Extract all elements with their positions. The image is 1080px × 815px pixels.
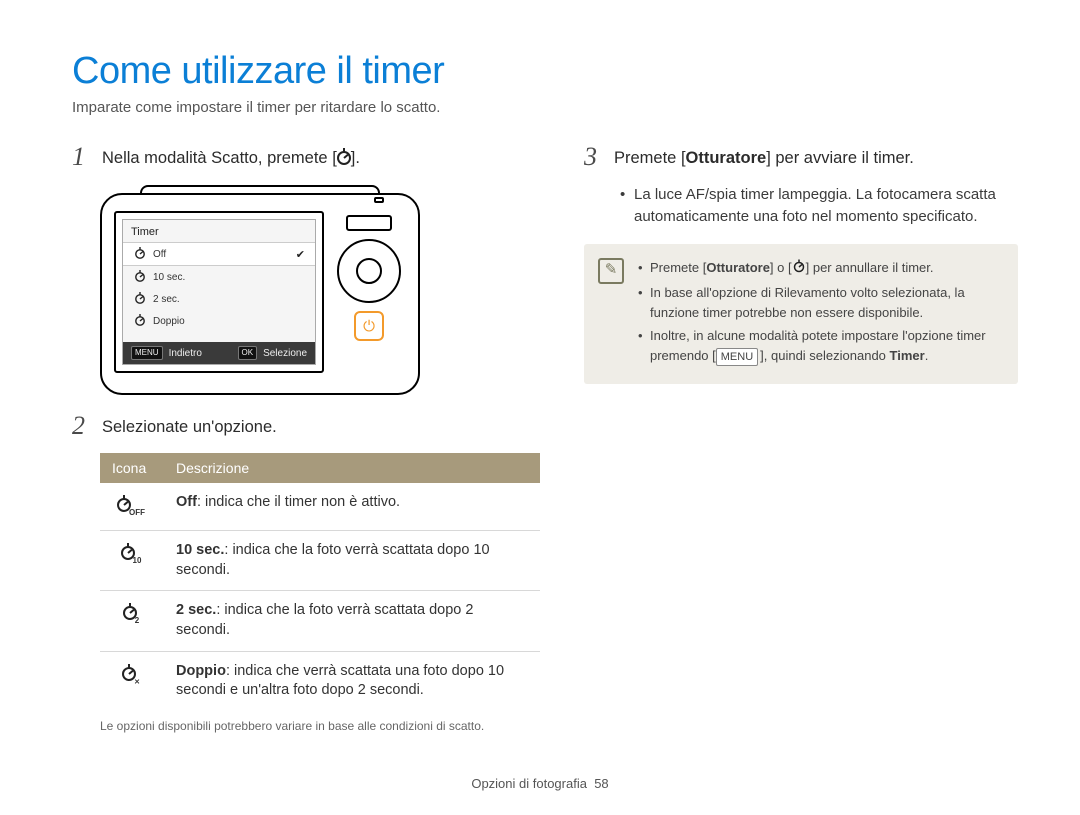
step-3: 3 Premete [Otturatore] per avviare il ti… — [584, 144, 1018, 170]
menu-tag: MENU — [716, 348, 758, 367]
timer-icon — [337, 149, 351, 171]
column-left: 1 Nella modalità Scatto, premete []. Tim… — [72, 144, 540, 733]
page-title: Come utilizzare il timer — [72, 50, 1018, 93]
menu-item-10sec: 10 sec. — [123, 266, 315, 288]
step-text: Selezionate un'opzione. — [102, 413, 277, 438]
table-footnote: Le opzioni disponibili potrebbero variar… — [100, 719, 540, 733]
note-item: Inoltre, in alcune modalità potete impos… — [638, 326, 1002, 366]
manual-page: Come utilizzare il timer Imparate come i… — [0, 0, 1080, 815]
note-icon: ✎ — [598, 258, 624, 284]
note-item: Premete [Otturatore] o [] per annullare … — [638, 258, 1002, 280]
row-desc: 10 sec.: indica che la foto verrà scatta… — [164, 531, 540, 591]
menu-tag: MENU — [131, 346, 163, 360]
menu-item-doppio: Doppio — [123, 310, 315, 332]
table-row: ✕ Doppio: indica che verrà scattata una … — [100, 651, 540, 711]
content-columns: 1 Nella modalità Scatto, premete []. Tim… — [72, 144, 1018, 733]
step-number: 2 — [72, 413, 90, 439]
page-footer: Opzioni di fotografia 58 — [0, 776, 1080, 791]
table-head-desc: Descrizione — [164, 453, 540, 483]
camera-dpad — [337, 239, 401, 303]
timer-icon — [792, 260, 806, 280]
menu-item-2sec: 2 sec. — [123, 288, 315, 310]
step-1: 1 Nella modalità Scatto, premete []. — [72, 144, 540, 171]
row-icon: 10 — [100, 531, 164, 591]
step-text-bold: Otturatore — [686, 149, 767, 167]
note-box: ✎ Premete [Otturatore] o [] per annullar… — [584, 244, 1018, 385]
table-head-icon: Icona — [100, 453, 164, 483]
table-row: 10 10 sec.: indica che la foto verrà sca… — [100, 531, 540, 591]
row-desc: Doppio: indica che verrà scattata una fo… — [164, 651, 540, 711]
camera-screen-footer: MENU Indietro OK Selezione — [123, 342, 315, 364]
camera-power-button-highlight: ⏻ — [354, 311, 384, 341]
ok-tag: OK — [238, 346, 258, 360]
step-number: 1 — [72, 144, 90, 170]
step-text: Nella modalità Scatto, premete []. — [102, 144, 360, 171]
footer-section: Opzioni di fotografia — [471, 776, 587, 791]
step-2: 2 Selezionate un'opzione. — [72, 413, 540, 439]
page-subtitle: Imparate come impostare il timer per rit… — [72, 99, 1018, 116]
camera-controls: ⏻ — [334, 215, 404, 341]
camera-screen: Timer Off 10 sec. 2 sec. Doppio MENU Ind… — [114, 211, 324, 373]
options-table: Icona Descrizione OFF Off: indica che il… — [100, 453, 540, 710]
step-number: 3 — [584, 144, 602, 170]
footer-label: Selezione — [263, 348, 307, 359]
column-right: 3 Premete [Otturatore] per avviare il ti… — [584, 144, 1018, 733]
step-text: Premete [Otturatore] per avviare il time… — [614, 144, 914, 169]
camera-illustration: Timer Off 10 sec. 2 sec. Doppio MENU Ind… — [100, 185, 420, 395]
row-icon: ✕ — [100, 651, 164, 711]
table-row: 2 2 sec.: indica che la foto verrà scatt… — [100, 591, 540, 651]
camera-top-button — [346, 215, 392, 231]
row-desc: 2 sec.: indica che la foto verrà scattat… — [164, 591, 540, 651]
step-3-bullets: La luce AF/spia timer lampeggia. La foto… — [620, 184, 1018, 228]
menu-item-off: Off — [123, 242, 315, 266]
table-row: OFF Off: indica che il timer non è attiv… — [100, 483, 540, 531]
footer-label: Indietro — [169, 348, 202, 359]
row-desc: Off: indica che il timer non è attivo. — [164, 483, 540, 531]
note-item: In base all'opzione di Rilevamento volto… — [638, 283, 1002, 322]
row-icon: OFF — [100, 483, 164, 531]
bullet: La luce AF/spia timer lampeggia. La foto… — [620, 184, 1018, 228]
row-icon: 2 — [100, 591, 164, 651]
step-text-part: ]. — [351, 149, 360, 167]
footer-page-number: 58 — [594, 776, 608, 791]
step-text-part: Premete [ — [614, 149, 686, 167]
menu-title: Timer — [123, 220, 315, 242]
step-text-part: ] per avviare il timer. — [766, 149, 914, 167]
step-text-part: Nella modalità Scatto, premete [ — [102, 149, 337, 167]
